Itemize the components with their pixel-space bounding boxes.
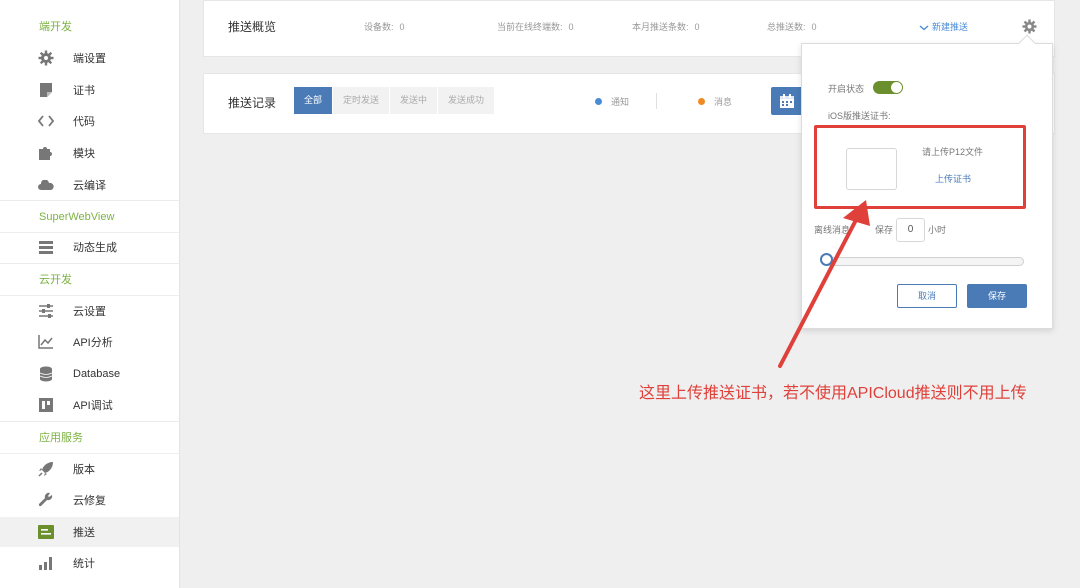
sidebar-item-label: API分析 [73,337,113,349]
legend-label: 消息 [714,97,733,107]
tab-sending[interactable]: 发送中 [390,87,438,114]
keep-hours-input[interactable]: 0 [896,218,925,242]
stat-label: 总推送数: [767,22,806,32]
stat-value: 0 [568,22,574,32]
sidebar-item-label: 版本 [73,464,95,476]
sliders-icon [38,303,54,319]
section-title-superwebview: SuperWebView [0,201,179,233]
save-button[interactable]: 保存 [967,284,1027,308]
sidebar-item-api-analysis[interactable]: API分析 [0,327,179,357]
calendar-button[interactable] [771,87,803,115]
stat-value: 0 [399,22,405,32]
stat-value: 0 [811,22,817,32]
chevron-down-icon [919,25,929,31]
enable-status-label: 开启状态 [828,84,865,94]
sidebar-item-api-debug[interactable]: API调试 [0,390,179,420]
stat-value: 0 [694,22,700,32]
sidebar: 端开发 端设置 证书 代码 模块 云编译 SuperWebView 动态生成 云… [0,0,180,588]
sidebar-item-label: 端设置 [73,53,106,65]
new-push-link[interactable]: 新建推送 [919,20,968,33]
sidebar-item-label: 推送 [73,527,95,539]
new-push-label: 新建推送 [932,22,969,32]
stat-online: 当前在线终端数: 0 [497,20,574,33]
legend-label: 通知 [611,97,630,107]
sidebar-item-cloud-settings[interactable]: 云设置 [0,296,179,326]
sidebar-item-code[interactable]: 代码 [0,106,179,136]
sidebar-item-label: 动态生成 [73,242,117,254]
toggle-knob [891,82,902,93]
record-filter-tabs: 全部 定时发送 发送中 发送成功 [294,87,495,114]
tab-all[interactable]: 全部 [294,87,333,114]
stat-label: 本月推送条数: [632,22,689,32]
chart-icon [38,334,54,350]
notification-dot [595,98,602,105]
overview-title: 推送概览 [228,20,277,34]
sidebar-item-label: 模块 [73,148,95,160]
enable-toggle[interactable] [873,81,903,94]
sidebar-item-label: 统计 [73,558,95,570]
sidebar-item-statistics[interactable]: 统计 [0,548,179,578]
annotation-text: 这里上传推送证书，若不使用APICloud推送则不用上传 [639,385,1027,402]
hours-slider-track[interactable] [824,257,1024,266]
ios-cert-label: iOS版推送证书: [828,111,891,121]
sidebar-item-cloud-fix[interactable]: 云修复 [0,485,179,515]
sidebar-item-label: 云修复 [73,495,106,507]
cancel-button[interactable]: 取消 [897,284,957,308]
sidebar-item-push[interactable]: 推送 [0,517,179,547]
rocket-icon [38,461,54,477]
cloud-icon [38,177,54,193]
tab-scheduled[interactable]: 定时发送 [333,87,390,114]
stat-label: 设备数: [364,22,394,32]
sidebar-item-label: 云编译 [73,180,106,192]
debug-icon [38,397,54,413]
section-title-client: 端开发 [39,21,72,33]
push-icon [38,524,54,540]
legend-notification: 通知 [595,95,629,108]
sidebar-item-dynamic-generate[interactable]: 动态生成 [0,232,179,262]
calendar-icon [780,94,794,108]
legend-message: 消息 [698,95,732,108]
gear-icon [38,50,54,66]
section-title-cloud-dev: 云开发 [0,264,179,296]
sidebar-item-label: API调试 [73,400,113,412]
push-settings-popover: 开启状态 iOS版推送证书: 请上传P12文件 上传证书 离线消息 保存 0 小… [801,34,1053,329]
sidebar-item-label: 云设置 [73,306,106,318]
section-title-app-services: 应用服务 [0,422,179,454]
stat-total-pushes: 总推送数: 0 [767,20,817,33]
sidebar-item-label: 证书 [73,85,95,97]
database-icon [38,366,54,382]
sidebar-item-label: Database [73,368,121,380]
code-icon [38,113,54,129]
sidebar-item-cloud-build[interactable]: 云编译 [0,170,179,200]
stat-devices: 设备数: 0 [364,20,405,33]
sidebar-item-version[interactable]: 版本 [0,454,179,484]
offline-message-label: 离线消息 [814,225,851,235]
highlight-box [814,125,1026,209]
stat-label: 当前在线终端数: [497,22,563,32]
wrench-icon [38,492,54,508]
divider [656,93,657,109]
sidebar-item-database[interactable]: Database [0,359,179,389]
bar-chart-icon [38,555,54,571]
message-dot [698,98,705,105]
tab-sent[interactable]: 发送成功 [438,87,495,114]
sidebar-item-certificate[interactable]: 证书 [0,75,179,105]
sidebar-item-label: 代码 [73,116,95,128]
certificate-icon [38,82,54,98]
sidebar-item-client-settings[interactable]: 端设置 [0,43,179,73]
layers-icon [38,239,54,255]
hours-unit-label: 小时 [928,225,947,235]
puzzle-icon [38,145,54,161]
keep-label: 保存 [875,225,894,235]
hours-slider-handle[interactable] [820,253,833,266]
stat-month-pushes: 本月推送条数: 0 [632,20,700,33]
sidebar-item-modules[interactable]: 模块 [0,138,179,168]
records-title: 推送记录 [228,96,277,110]
